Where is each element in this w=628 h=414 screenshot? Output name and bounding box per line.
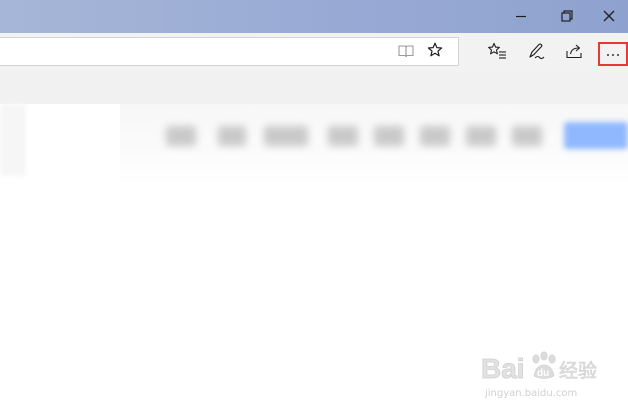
watermark-url: jingyan.baidu.com xyxy=(485,388,578,399)
close-icon xyxy=(603,7,615,26)
nav-item[interactable] xyxy=(466,126,496,146)
nav-item[interactable] xyxy=(264,126,308,146)
nav-item[interactable] xyxy=(420,126,450,146)
browser-window: Bai du 经验 jingyan.baidu.com xyxy=(0,0,628,414)
more-icon xyxy=(607,53,619,56)
minimize-icon xyxy=(515,7,527,26)
pen-icon xyxy=(527,42,545,64)
close-button[interactable] xyxy=(590,0,628,33)
watermark-brand: 经验 xyxy=(559,360,597,382)
star-icon xyxy=(427,42,443,62)
add-favorite-button[interactable] xyxy=(425,42,445,62)
restore-icon xyxy=(561,7,573,26)
reading-view-button[interactable] xyxy=(396,43,416,61)
favorites-hub-button[interactable] xyxy=(485,41,509,65)
minimize-button[interactable] xyxy=(498,0,544,33)
nav-item[interactable] xyxy=(512,126,542,146)
page-action-button[interactable] xyxy=(564,122,628,149)
favorites-bar xyxy=(0,72,628,104)
nav-item[interactable] xyxy=(328,126,358,146)
nav-item[interactable] xyxy=(218,126,246,146)
share-button[interactable] xyxy=(562,41,586,65)
svg-text:Bai: Bai xyxy=(481,353,525,384)
browser-toolbar xyxy=(0,33,628,72)
web-note-button[interactable] xyxy=(524,41,548,65)
page-side-tab xyxy=(0,104,26,176)
favorites-hub-icon xyxy=(487,42,507,64)
nav-item[interactable] xyxy=(166,126,196,146)
baidu-paw-logo: Bai du 经验 xyxy=(481,351,597,384)
share-icon xyxy=(565,43,583,63)
baidu-jingyan-watermark: Bai du 经验 jingyan.baidu.com xyxy=(481,348,621,404)
nav-item[interactable] xyxy=(374,126,404,146)
title-bar xyxy=(0,0,628,33)
svg-text:du: du xyxy=(537,368,549,379)
restore-button[interactable] xyxy=(544,0,590,33)
reading-view-icon xyxy=(398,43,414,62)
more-button[interactable] xyxy=(598,42,628,66)
address-bar[interactable] xyxy=(0,37,459,66)
